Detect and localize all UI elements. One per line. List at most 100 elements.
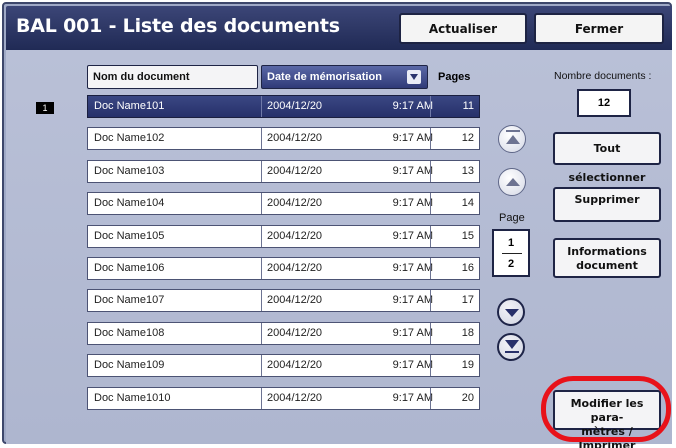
time-cell: 9:17 AM <box>392 132 433 145</box>
column-separator <box>261 193 262 215</box>
window-title: BAL 001 - Liste des documents <box>16 15 340 37</box>
document-name-cell: Doc Name108 <box>94 326 165 339</box>
document-name-cell: Doc Name101 <box>94 100 165 112</box>
date-cell: 2004/12/20 <box>267 359 323 372</box>
column-separator <box>261 128 262 150</box>
time-cell: 9:17 AM <box>392 164 433 177</box>
time-cell: 9:17 AM <box>392 294 433 307</box>
column-separator <box>430 128 431 150</box>
double-down-arrow-icon <box>499 335 523 359</box>
column-separator <box>430 193 431 215</box>
selection-index-badge: 1 <box>36 102 54 114</box>
time-cell: 9:17 AM <box>392 391 433 404</box>
time-cell: 9:17 AM <box>392 359 433 372</box>
date-cell: 2004/12/20 <box>267 326 323 339</box>
time-cell: 9:17 AM <box>392 229 433 242</box>
date-cell: 2004/12/20 <box>267 391 323 404</box>
document-name-cell: Doc Name106 <box>94 262 165 274</box>
pages-cell: 17 <box>461 294 474 307</box>
document-count-value: 12 <box>577 89 631 117</box>
table-row[interactable]: Doc Name105 2004/12/20 9:17 AM 15 <box>87 224 480 248</box>
date-cell: 2004/12/20 <box>267 294 323 307</box>
column-separator <box>261 160 262 182</box>
table-row[interactable]: Doc Name104 2004/12/20 9:17 AM 14 <box>87 192 480 216</box>
pages-cell: 13 <box>461 164 474 177</box>
total-pages: 2 <box>507 258 515 270</box>
time-cell: 9:17 AM <box>392 100 433 112</box>
time-cell: 9:17 AM <box>392 262 433 274</box>
table-row[interactable]: Doc Name1010 2004/12/20 9:17 AM 20 <box>87 386 480 410</box>
up-arrow-icon <box>499 169 525 195</box>
document-name-cell: Doc Name102 <box>94 132 165 145</box>
delete-button[interactable]: Supprimer <box>553 187 661 222</box>
table-row[interactable]: Doc Name101 2004/12/20 9:17 AM 11 <box>87 95 480 118</box>
time-cell: 9:17 AM <box>392 197 433 210</box>
pages-cell: 15 <box>461 229 474 242</box>
column-header-pages: Pages <box>438 71 471 83</box>
column-separator <box>430 322 431 344</box>
document-name-cell: Doc Name103 <box>94 164 165 177</box>
page-divider <box>502 253 522 254</box>
column-separator <box>430 290 431 312</box>
double-up-arrow-icon <box>499 126 525 152</box>
table-row[interactable]: Doc Name108 2004/12/20 9:17 AM 18 <box>87 321 480 345</box>
date-cell: 2004/12/20 <box>267 197 323 210</box>
date-cell: 2004/12/20 <box>267 229 323 242</box>
document-info-label-line1: Informations <box>567 245 647 258</box>
pages-cell: 18 <box>461 326 474 339</box>
column-separator <box>261 96 262 117</box>
title-bar: BAL 001 - Liste des documents Actualiser… <box>6 6 672 50</box>
table-row[interactable]: Doc Name103 2004/12/20 9:17 AM 13 <box>87 159 480 183</box>
document-name-cell: Doc Name105 <box>94 229 165 242</box>
document-name-cell: Doc Name107 <box>94 294 165 307</box>
column-separator <box>261 355 262 377</box>
column-separator <box>261 258 262 279</box>
column-header-name[interactable]: Nom du document <box>87 65 258 89</box>
column-separator <box>430 160 431 182</box>
time-cell: 9:17 AM <box>392 326 433 339</box>
column-separator <box>430 96 431 117</box>
column-header-date-label: Date de mémorisation <box>267 71 382 83</box>
date-cell: 2004/12/20 <box>267 100 323 112</box>
scroll-to-bottom-button[interactable] <box>497 333 525 361</box>
pages-cell: 20 <box>461 391 474 404</box>
current-page: 1 <box>507 237 515 249</box>
window-frame: BAL 001 - Liste des documents Actualiser… <box>2 2 672 448</box>
pages-cell: 12 <box>461 132 474 145</box>
scroll-up-button[interactable] <box>498 168 526 196</box>
column-separator <box>261 387 262 409</box>
document-name-cell: Doc Name1010 <box>94 391 171 404</box>
scroll-down-button[interactable] <box>497 298 525 326</box>
document-name-cell: Doc Name104 <box>94 197 165 210</box>
date-cell: 2004/12/20 <box>267 262 323 274</box>
table-row[interactable]: Doc Name107 2004/12/20 9:17 AM 17 <box>87 289 480 313</box>
highlight-circle-annotation <box>541 376 671 442</box>
down-arrow-icon <box>499 300 523 324</box>
table-row[interactable]: Doc Name106 2004/12/20 9:17 AM 16 <box>87 257 480 280</box>
page-label: Page <box>499 212 525 224</box>
sort-descending-icon <box>407 70 421 84</box>
main-panel: Nom du document Date de mémorisation Pag… <box>6 50 672 448</box>
pages-cell: 19 <box>461 359 474 372</box>
document-info-button[interactable]: Informations document <box>553 238 661 278</box>
column-separator <box>261 322 262 344</box>
close-button[interactable]: Fermer <box>534 13 664 44</box>
column-separator <box>430 355 431 377</box>
scroll-to-top-button[interactable] <box>498 125 526 153</box>
column-header-date[interactable]: Date de mémorisation <box>261 65 428 89</box>
column-separator <box>261 225 262 247</box>
column-separator <box>430 225 431 247</box>
date-cell: 2004/12/20 <box>267 164 323 177</box>
pages-cell: 14 <box>461 197 474 210</box>
document-info-label-line2: document <box>576 259 638 272</box>
pages-cell: 16 <box>461 262 474 274</box>
select-all-button[interactable]: Tout sélectionner <box>553 132 661 184</box>
document-name-cell: Doc Name109 <box>94 359 165 372</box>
refresh-button[interactable]: Actualiser <box>399 13 527 44</box>
column-separator <box>430 258 431 279</box>
table-row[interactable]: Doc Name109 2004/12/20 9:17 AM 19 <box>87 354 480 378</box>
table-row[interactable]: Doc Name102 2004/12/20 9:17 AM 12 <box>87 127 480 151</box>
column-separator <box>261 290 262 312</box>
date-cell: 2004/12/20 <box>267 132 323 145</box>
document-count-label: Nombre documents : <box>554 70 652 82</box>
